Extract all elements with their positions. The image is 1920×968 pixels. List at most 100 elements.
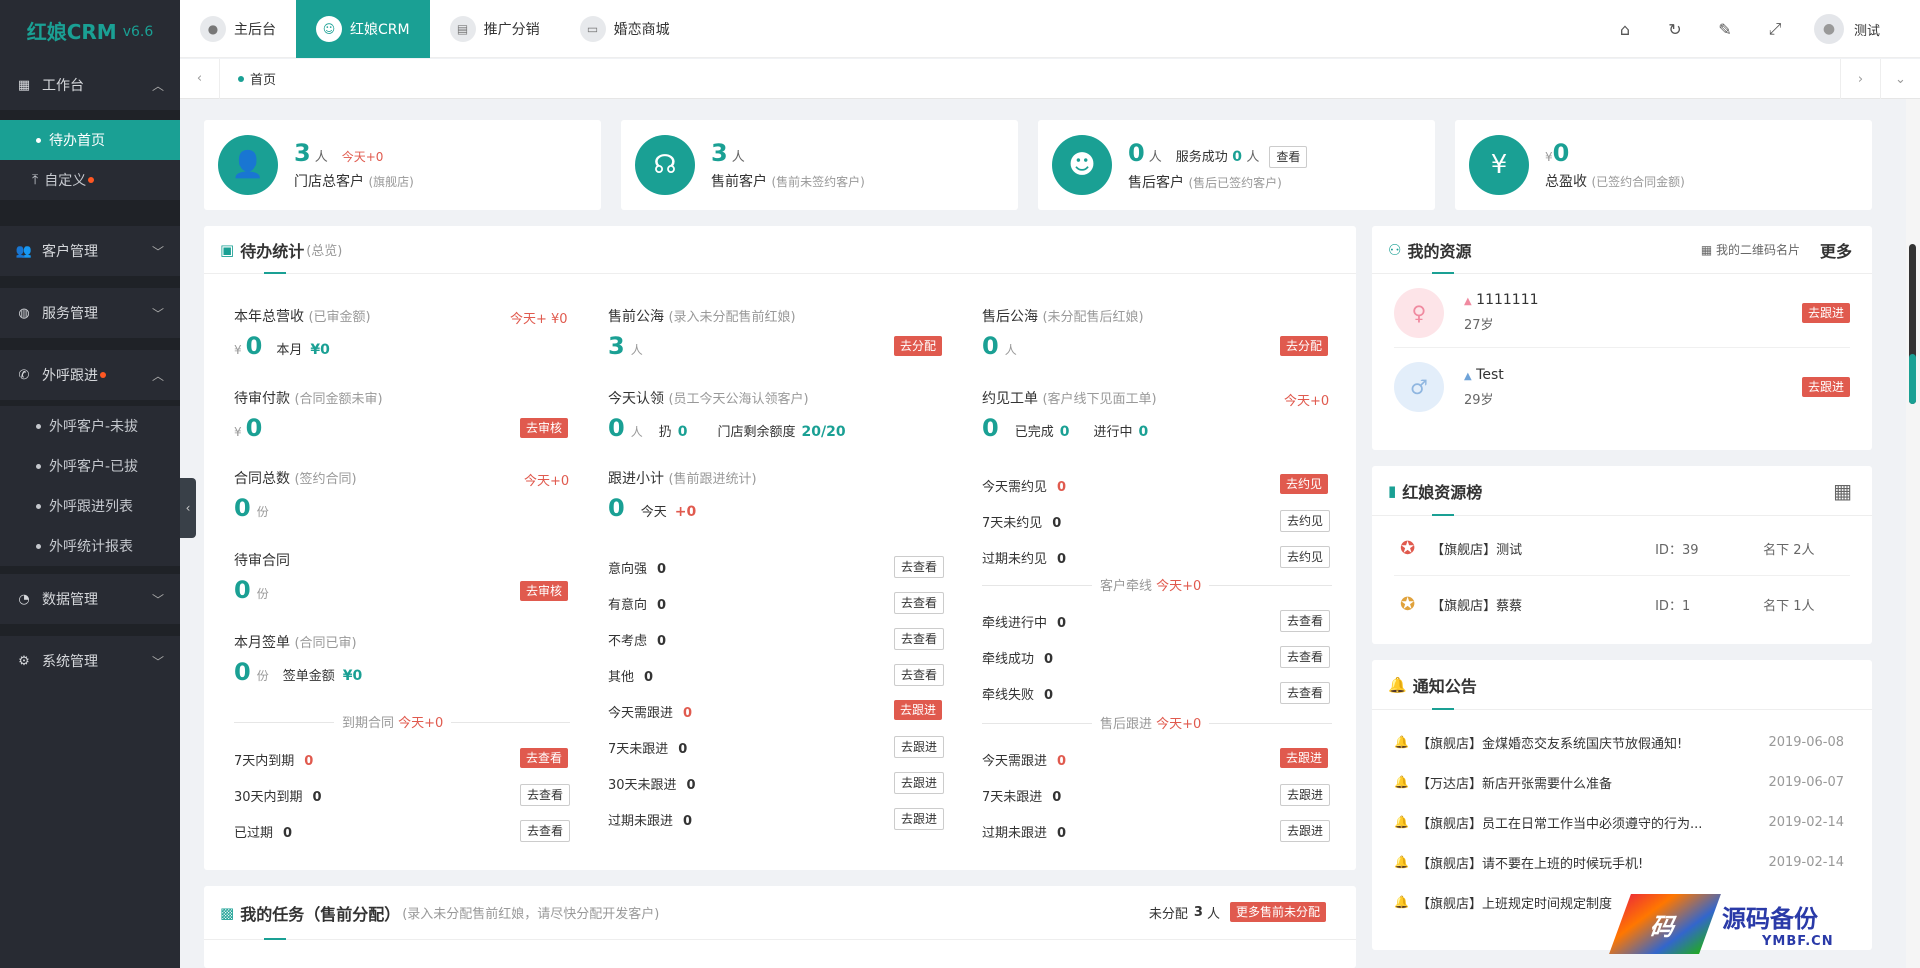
tab-home[interactable]: 首页 — [220, 59, 294, 99]
appt-7days-button[interactable]: 去约见 — [1280, 510, 1331, 532]
topnav-main-admin[interactable]: ● 主后台 — [180, 0, 296, 58]
more-resources-link[interactable]: 更多 — [1820, 238, 1852, 262]
follow-resource-button[interactable]: 去跟进 — [1801, 377, 1850, 397]
topnav-promotion[interactable]: ▤ 推广分销 — [430, 0, 560, 58]
globe-icon: ◍ — [18, 305, 30, 321]
assign-aftersale-button[interactable]: 去分配 — [1280, 336, 1329, 356]
follow-30days: 30天未跟进 0 — [608, 774, 696, 793]
watermark-url: YMBF.CN — [1762, 934, 1834, 949]
follow-expired-button[interactable]: 去跟进 — [894, 808, 945, 830]
fullscreen-icon[interactable]: ⤢ — [1764, 19, 1786, 39]
tab-scroll-right-button[interactable]: › — [1840, 59, 1880, 99]
assign-presale-button[interactable]: 去分配 — [894, 336, 943, 356]
follow-resource-button[interactable]: 去跟进 — [1801, 302, 1850, 323]
divider — [0, 566, 180, 574]
user-name: 测试 — [1853, 23, 1880, 39]
more-unassigned-button[interactable]: 更多售前未分配 — [1229, 902, 1326, 922]
divider — [0, 276, 180, 288]
follow-7days-button[interactable]: 去跟进 — [894, 736, 945, 758]
app-brand[interactable]: 红娘CRM v6.6 — [0, 0, 180, 60]
sidebar-group-calls[interactable]: ✆ 外呼跟进 ︿ — [0, 350, 180, 400]
phone-icon: ✆ — [18, 367, 30, 383]
review-payment-button[interactable]: 去审核 — [520, 418, 569, 438]
chevron-down-icon: ⌄ — [1895, 71, 1906, 87]
value: 0 — [234, 658, 251, 686]
value: 0 — [245, 332, 263, 360]
after-follow-expired-button[interactable]: 去跟进 — [1280, 820, 1331, 842]
value: 0 — [304, 754, 314, 769]
label: 30天未跟进 — [608, 778, 677, 793]
refresh-icon[interactable]: ↻ — [1664, 20, 1686, 39]
bell-icon: 🔔 — [1394, 735, 1409, 749]
unit: 人 — [630, 343, 643, 357]
follow-30days-button[interactable]: 去跟进 — [894, 772, 945, 794]
group-label: 外呼跟进 — [42, 368, 98, 384]
page-scrollbar[interactable] — [1906, 99, 1920, 968]
unit: 份 — [256, 505, 269, 519]
view-intent-strong-button[interactable]: 去查看 — [894, 556, 945, 578]
sidebar-group-service[interactable]: ◍ 服务管理 ﹀ — [0, 288, 180, 338]
stat-card-store-customers: 👤 3 人今天+0 门店总客户 (旗舰店) — [204, 120, 601, 210]
follow-subtotal-value: 0 今天 +0 — [608, 494, 696, 522]
qrcode-icon[interactable]: ▦ — [1833, 479, 1852, 503]
female-icon: ▲ — [1464, 296, 1472, 307]
topnav-crm[interactable]: ☺ 红娘CRM — [296, 0, 430, 58]
value: 0 — [686, 778, 696, 793]
sidebar-group-data[interactable]: ◔ 数据管理 ﹀ — [0, 574, 180, 624]
after-follow-today-button[interactable]: 去跟进 — [1280, 748, 1329, 768]
chevron-left-icon: ‹ — [185, 501, 191, 515]
sidebar-item-custom[interactable]: ⤒ 自定义 — [0, 160, 180, 200]
sidebar-item-call-follow-list[interactable]: 外呼跟进列表 — [0, 486, 180, 526]
resources-header: ⚇ 我的资源 ▦ 我的二维码名片 更多 — [1372, 226, 1872, 274]
view-button[interactable]: 查看 — [1269, 145, 1308, 168]
view-match-failed-button[interactable]: 去查看 — [1280, 682, 1331, 704]
notice-item[interactable]: 🔔 【旗舰店】员工在日常工作当中必须遵守的行为... 2019-02-14 — [1394, 802, 1844, 842]
view-intent-none-button[interactable]: 去查看 — [894, 628, 945, 650]
contracts-today: 今天+0 — [524, 474, 570, 489]
user-menu[interactable]: ● 测试 — [1813, 14, 1880, 44]
value: 0 — [1044, 652, 1054, 667]
throw-label: 扔 — [658, 425, 672, 440]
appt-today-button[interactable]: 去约见 — [1280, 474, 1329, 494]
after-follow-7days-button[interactable]: 去跟进 — [1280, 784, 1331, 806]
view-expired-button[interactable]: 去查看 — [520, 820, 571, 842]
sidebar-item-call-undialed[interactable]: 外呼客户-未拔 — [0, 406, 180, 446]
follow-today-button[interactable]: 去跟进 — [894, 700, 943, 720]
qr-card-link[interactable]: ▦ 我的二维码名片 — [1701, 241, 1800, 258]
review-contract-button[interactable]: 去审核 — [520, 581, 569, 601]
sidebar-item-todo-home[interactable]: 待办首页 — [0, 120, 180, 160]
view-match-ongoing-button[interactable]: 去查看 — [1280, 610, 1331, 632]
follow-today: 今天需跟进 0 — [608, 702, 692, 721]
view-match-success-button[interactable]: 去查看 — [1280, 646, 1331, 668]
title-underline — [264, 938, 286, 940]
view-expire-7days-button[interactable]: 去查看 — [520, 748, 569, 768]
appt-expired-button[interactable]: 去约见 — [1280, 546, 1331, 568]
title-underline — [264, 272, 286, 274]
topnav-mall[interactable]: ▭ 婚恋商城 — [560, 0, 690, 58]
notice-item[interactable]: 🔔 【旗舰店】金煤婚恋交友系统国庆节放假通知! 2019-06-08 — [1394, 722, 1844, 762]
sidebar-item-call-dialed[interactable]: 外呼客户-已拔 — [0, 446, 180, 486]
male-icon: ▲ — [1464, 370, 1472, 382]
sidebar-item-call-report[interactable]: 外呼统计报表 — [0, 526, 180, 566]
resource-item[interactable]: ♀ ▲ 1111111 27岁 去跟进 — [1394, 278, 1850, 348]
resource-item[interactable]: ♂ ▲ Test 29岁 去跟进 — [1394, 352, 1850, 422]
sidebar-group-system[interactable]: ⚙ 系统管理 ﹀ — [0, 636, 180, 686]
after-follow-title: 售后跟进 今天+0 — [1092, 713, 1210, 732]
view-intent-has-button[interactable]: 去查看 — [894, 592, 945, 614]
item-label: 外呼跟进列表 — [49, 499, 133, 515]
tab-menu-button[interactable]: ⌄ — [1880, 59, 1920, 99]
unit: 人 — [630, 425, 643, 439]
tab-scroll-left-button[interactable]: ‹ — [180, 58, 220, 99]
sidebar-collapse-button[interactable]: ‹ — [180, 478, 196, 538]
chart-icon: ▤ — [449, 15, 476, 42]
sidebar-group-workbench[interactable]: ▦ 工作台 ︿ — [0, 60, 180, 110]
after-follow-expired: 过期未跟进 0 — [982, 822, 1066, 841]
view-intent-other-button[interactable]: 去查看 — [894, 664, 945, 686]
home-icon[interactable]: ⌂ — [1614, 20, 1636, 39]
view-expire-30days-button[interactable]: 去查看 — [520, 784, 571, 806]
sidebar-group-customers[interactable]: 👥 客户管理 ﹀ — [0, 226, 180, 276]
notice-item[interactable]: 🔔 【万达店】新店开张需要什么准备 2019-06-07 — [1394, 762, 1844, 802]
hint: (录入未分配售前红娘) — [668, 310, 796, 325]
clear-cache-icon[interactable]: ✎ — [1714, 20, 1736, 39]
notice-item[interactable]: 🔔 【旗舰店】请不要在上班的时候玩手机! 2019-02-14 — [1394, 842, 1844, 882]
